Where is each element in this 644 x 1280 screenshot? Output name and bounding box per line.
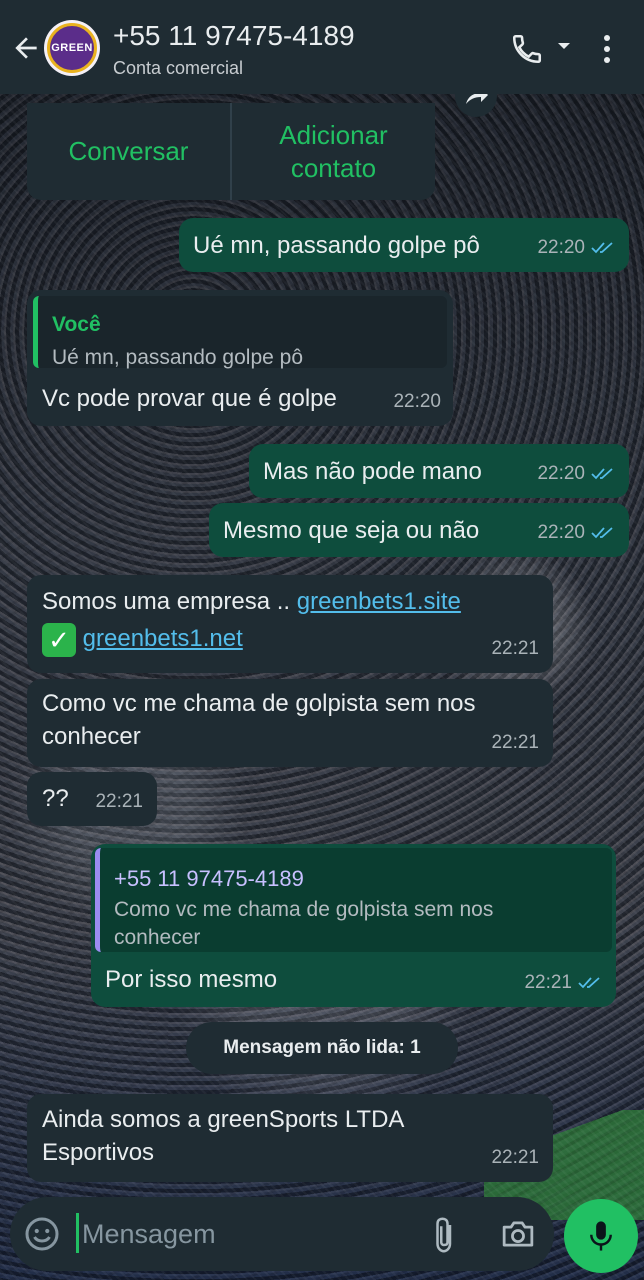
message-text-line: ✓ greenbets1.net — [42, 622, 243, 657]
message-input[interactable] — [80, 1209, 414, 1259]
message-text: Como vc me chama de golpista sem nos — [42, 690, 476, 717]
message-text: Ué mn, passando golpe pô — [193, 232, 480, 259]
read-ticks-icon — [591, 527, 613, 539]
unread-banner: Mensagem não lida: 1 — [186, 1022, 458, 1074]
mic-button[interactable] — [564, 1199, 638, 1273]
message-outgoing[interactable]: Mas não pode mano 22:20 — [249, 444, 629, 498]
business-actions-card: Conversar Adicionar contato — [27, 103, 435, 200]
message-time: 22:21 — [524, 966, 602, 999]
avatar-logo: GREEN — [47, 23, 97, 73]
call-icon[interactable] — [510, 32, 544, 66]
message-text: Ainda somos a greenSports LTDA — [42, 1106, 405, 1133]
message-time: 22:20 — [393, 391, 441, 412]
chat-header: GREEN +55 11 97475-4189 Conta comercial — [0, 0, 644, 94]
attach-icon[interactable] — [430, 1215, 460, 1255]
message-text: Mesmo que seja ou não — [223, 517, 480, 544]
message-text: Esportivos — [42, 1139, 155, 1166]
message-time: 22:20 — [537, 457, 615, 490]
message-incoming[interactable]: Somos uma empresa .. greenbets1.site ✓ g… — [27, 575, 553, 673]
text-cursor — [76, 1213, 79, 1253]
quote-text: conhecer — [114, 926, 201, 949]
contact-subtitle[interactable]: Conta comercial — [113, 58, 243, 79]
add-contact-label-1: Adicionar — [279, 119, 388, 150]
mic-icon — [590, 1221, 612, 1251]
message-time: 22:20 — [537, 231, 615, 264]
message-incoming[interactable]: Você Ué mn, passando golpe pô Vc pode pr… — [27, 290, 453, 426]
message-incoming[interactable]: Ainda somos a greenSports LTDA Esportivo… — [27, 1094, 553, 1182]
add-contact-button[interactable]: Adicionar contato — [232, 103, 435, 200]
quote-author: Você — [52, 313, 101, 336]
message-composer — [10, 1197, 554, 1271]
message-text-line: Somos uma empresa .. greenbets1.site — [42, 585, 461, 618]
read-ticks-icon — [578, 977, 600, 989]
more-vert-icon[interactable] — [600, 34, 614, 64]
read-ticks-icon — [591, 242, 613, 254]
message-time: 22:21 — [95, 791, 143, 812]
message-text: Vc pode provar que é golpe — [42, 385, 337, 412]
message-incoming[interactable]: ?? 22:21 — [27, 772, 157, 826]
message-time: 22:21 — [491, 732, 539, 753]
chat-button[interactable]: Conversar — [27, 103, 230, 200]
check-mark-icon: ✓ — [42, 622, 76, 657]
message-time: 22:21 — [491, 638, 539, 659]
message-text: Mas não pode mano — [263, 458, 482, 485]
quoted-message[interactable]: +55 11 97475-4189 Como vc me chama de go… — [95, 848, 612, 952]
read-ticks-icon — [591, 468, 613, 480]
message-time: 22:21 — [491, 1147, 539, 1168]
message-incoming[interactable]: Como vc me chama de golpista sem nos con… — [27, 679, 553, 767]
emoji-icon[interactable] — [24, 1216, 60, 1252]
message-text: conhecer — [42, 723, 141, 750]
quoted-message[interactable]: Você Ué mn, passando golpe pô — [33, 296, 447, 369]
link-greenbets-site[interactable]: greenbets1.site — [297, 588, 461, 615]
caret-down-icon[interactable] — [556, 40, 572, 52]
message-outgoing[interactable]: Ué mn, passando golpe pô 22:20 — [179, 218, 629, 272]
quote-text: Ué mn, passando golpe pô — [52, 346, 304, 369]
quote-text: Como vc me chama de golpista sem nos — [114, 898, 494, 921]
message-outgoing[interactable]: Mesmo que seja ou não 22:20 — [209, 503, 629, 557]
message-outgoing[interactable]: +55 11 97475-4189 Como vc me chama de go… — [91, 844, 616, 1007]
message-text: Por isso mesmo — [105, 966, 278, 993]
forward-icon[interactable] — [454, 94, 498, 118]
message-text: Somos uma empresa .. — [42, 588, 297, 615]
message-time: 22:20 — [537, 516, 615, 549]
contact-name[interactable]: +55 11 97475-4189 — [113, 20, 355, 52]
camera-icon[interactable] — [500, 1217, 536, 1251]
quote-author: +55 11 97475-4189 — [114, 866, 304, 891]
add-contact-label-2: contato — [290, 152, 377, 183]
avatar[interactable]: GREEN — [44, 20, 100, 76]
link-greenbets-net[interactable]: greenbets1.net — [83, 625, 243, 652]
back-arrow-icon[interactable] — [10, 32, 42, 64]
message-text: ?? — [42, 785, 69, 812]
